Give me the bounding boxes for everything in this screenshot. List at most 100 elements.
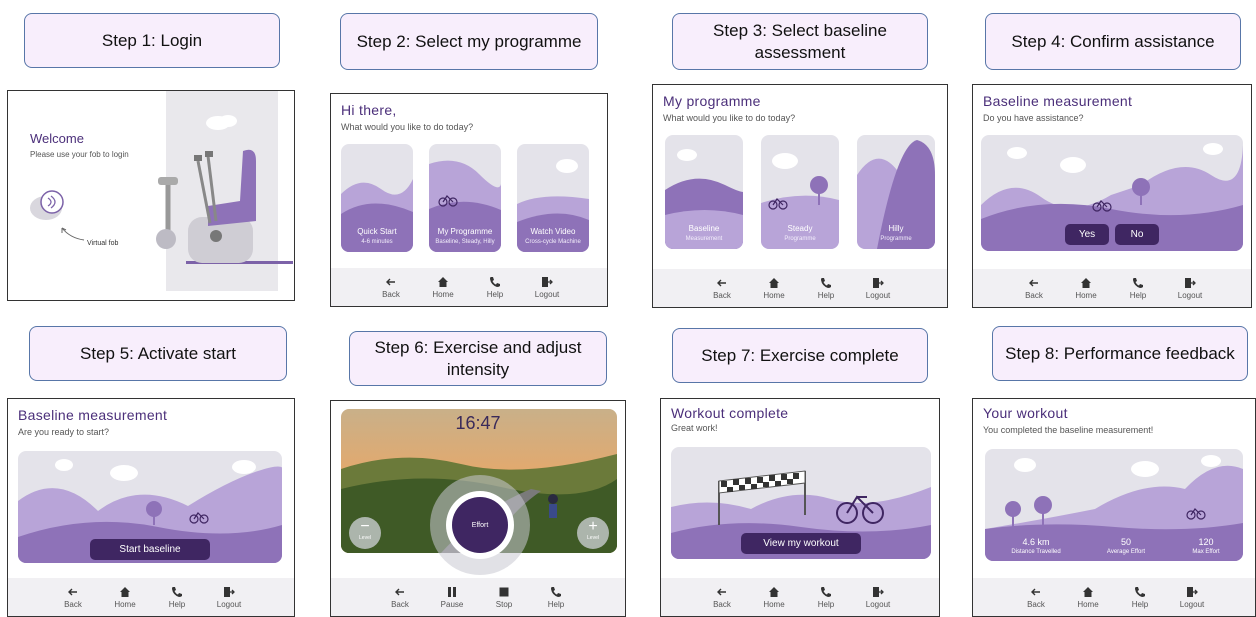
nav-logout[interactable]: Logout <box>215 586 243 609</box>
nav-help[interactable]: Help <box>163 586 191 609</box>
minus-icon: − <box>360 518 370 535</box>
screen-start: Baseline measurement Are you ready to st… <box>7 398 295 617</box>
nav-label: Home <box>114 599 136 609</box>
my-programme-card[interactable]: My Programme Baseline, Steady, Hilly <box>429 144 501 252</box>
nav-label: Back <box>713 290 731 300</box>
nav-logout[interactable]: Logout <box>1176 277 1204 300</box>
back-arrow-icon <box>717 588 726 595</box>
welcome-title: Welcome <box>30 131 84 146</box>
greeting-title: Hi there, <box>341 102 397 118</box>
view-my-workout-button[interactable]: View my workout <box>741 533 861 554</box>
nav-label: Back <box>1025 290 1043 300</box>
card-label: Hilly <box>888 224 904 233</box>
nav-home[interactable]: Home <box>760 586 788 609</box>
card-label: Steady <box>787 224 813 233</box>
watch-video-card[interactable]: Watch Video Cross-cycle Machine <box>517 144 589 252</box>
nav-label: Logout <box>216 599 242 609</box>
phone-icon <box>172 586 182 597</box>
nav-label: Logout <box>1177 290 1203 300</box>
max-effort-label: Max Effort <box>1192 549 1220 555</box>
nav-stop[interactable]: Stop <box>490 586 518 609</box>
no-button[interactable]: No <box>1115 224 1159 245</box>
nav-logout[interactable]: Logout <box>533 276 561 299</box>
screen-login: Welcome Please use your fob to login Vir… <box>7 90 295 301</box>
bottom-nav: Back Home Help Logout <box>331 268 607 306</box>
nav-back[interactable]: Back <box>708 586 736 609</box>
nav-logout[interactable]: Logout <box>864 586 892 609</box>
nav-help[interactable]: Help <box>481 276 509 299</box>
nav-label: Help <box>1129 290 1147 300</box>
screen-my-programme: My programme What would you like to do t… <box>652 84 948 308</box>
level-up-button[interactable]: + Level <box>577 517 609 549</box>
screen-workout-complete: Workout complete Great work! View my wor… <box>660 398 940 617</box>
nav-back[interactable]: Back <box>1022 586 1050 609</box>
nav-back[interactable]: Back <box>59 586 87 609</box>
nav-help[interactable]: Help <box>542 586 570 609</box>
start-baseline-button[interactable]: Start baseline <box>90 539 210 560</box>
home-icon <box>1083 586 1093 597</box>
nav-label: Help <box>817 290 835 300</box>
screen-assistance: Baseline measurement Do you have assista… <box>972 84 1252 308</box>
screen-exercise: 16:47 Effort − Level + Level Back Pause … <box>330 400 626 617</box>
back-arrow-icon <box>1029 279 1038 286</box>
nav-home[interactable]: Home <box>1074 586 1102 609</box>
bottom-nav: Back Home Help Logout <box>8 578 294 616</box>
nav-help[interactable]: Help <box>1126 586 1154 609</box>
hilly-card[interactable]: Hilly Programme <box>857 135 935 249</box>
greeting-subtitle: What would you like to do today? <box>341 122 474 132</box>
effort-label: Effort <box>471 521 489 529</box>
card-sublabel: Cross-cycle Machine <box>525 239 581 245</box>
step-8-label: Step 8: Performance feedback <box>1005 343 1235 363</box>
phone-icon <box>821 586 831 597</box>
baseline-card[interactable]: Baseline Measurement <box>665 135 743 249</box>
level-down-button[interactable]: − Level <box>349 517 381 549</box>
nav-back[interactable]: Back <box>386 586 414 609</box>
nav-label: Back <box>382 289 400 299</box>
card-sublabel: Measurement <box>685 236 723 242</box>
nav-logout[interactable]: Logout <box>864 277 892 300</box>
bottom-nav: Back Home Help Logout <box>653 269 947 307</box>
back-arrow-icon <box>395 588 404 595</box>
baseline-title: Baseline measurement <box>18 407 168 423</box>
phone-icon <box>490 276 500 287</box>
arrow-icon <box>61 227 85 241</box>
nav-help[interactable]: Help <box>812 277 840 300</box>
nav-home[interactable]: Home <box>111 586 139 609</box>
logout-icon <box>224 586 235 597</box>
phone-icon <box>1135 586 1145 597</box>
home-icon <box>769 277 779 288</box>
quick-start-card[interactable]: Quick Start 4-6 minutes <box>341 144 413 252</box>
card-label: My Programme <box>437 227 493 236</box>
fob-icon[interactable] <box>28 186 72 226</box>
landscape-scene <box>981 135 1243 251</box>
nav-label: Logout <box>865 290 891 300</box>
average-effort-label: Average Effort <box>1106 549 1146 555</box>
nav-help[interactable]: Help <box>812 586 840 609</box>
nav-label: Back <box>713 599 731 609</box>
nav-back[interactable]: Back <box>708 277 736 300</box>
nav-back[interactable]: Back <box>1020 277 1048 300</box>
yes-button[interactable]: Yes <box>1065 224 1109 245</box>
welcome-subtitle: Please use your fob to login <box>30 150 129 159</box>
nav-label: Help <box>486 289 504 299</box>
back-arrow-icon <box>717 279 726 286</box>
logout-icon <box>1187 586 1198 597</box>
nav-back[interactable]: Back <box>377 276 405 299</box>
nav-pause[interactable]: Pause <box>438 586 466 609</box>
nav-home[interactable]: Home <box>1072 277 1100 300</box>
step-5-label: Step 5: Activate start <box>80 343 236 363</box>
card-sublabel: Baseline, Steady, Hilly <box>435 239 495 245</box>
nav-home[interactable]: Home <box>429 276 457 299</box>
average-effort-value: 50 <box>1120 537 1131 547</box>
home-icon <box>1081 277 1091 288</box>
screen-home: Hi there, What would you like to do toda… <box>330 93 608 307</box>
phone-icon <box>1133 277 1143 288</box>
nav-logout[interactable]: Logout <box>1178 586 1206 609</box>
effort-button[interactable]: Effort <box>452 497 508 553</box>
assistance-question: Do you have assistance? <box>983 113 1084 123</box>
nav-help[interactable]: Help <box>1124 277 1152 300</box>
card-label: Quick Start <box>357 227 397 236</box>
step-2-header: Step 2: Select my programme <box>340 13 598 70</box>
steady-card[interactable]: Steady Programme <box>761 135 839 249</box>
nav-home[interactable]: Home <box>760 277 788 300</box>
